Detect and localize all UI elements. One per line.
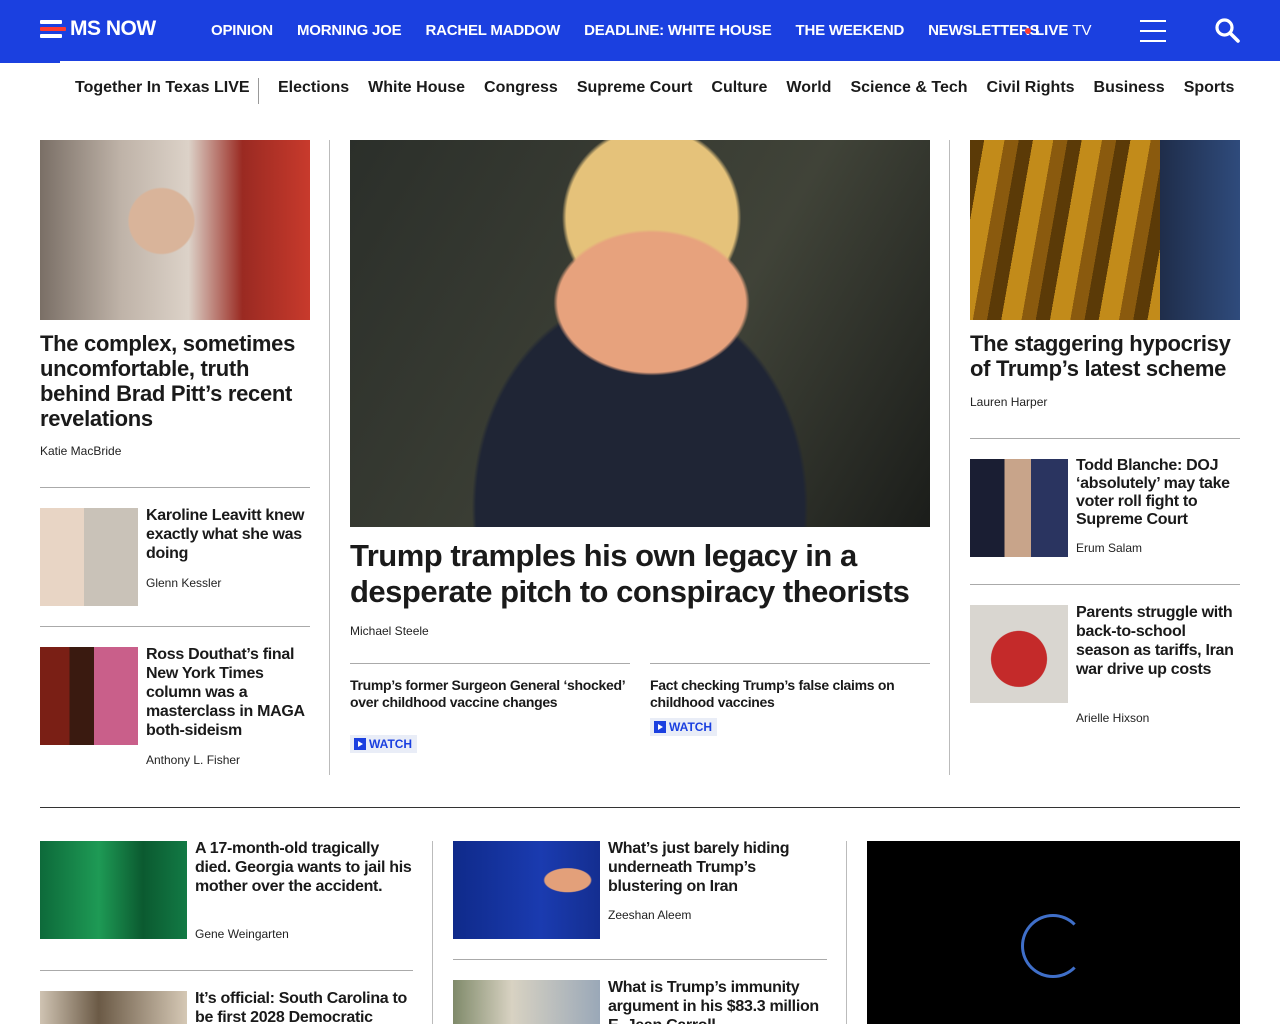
divider [40, 970, 413, 971]
main-story-image[interactable] [350, 140, 930, 527]
section-nav-culture[interactable]: Culture [711, 79, 767, 97]
nav-the-weekend[interactable]: THE WEEKEND [796, 22, 905, 39]
right-story-1-headline[interactable]: Todd Blanche: DOJ ‘absolutely’ may take … [1076, 457, 1240, 529]
right-story-2-headline[interactable]: Parents struggle with back-to-school sea… [1076, 603, 1240, 679]
menu-icon[interactable] [1140, 20, 1166, 42]
watch-badge[interactable]: WATCH [650, 718, 718, 736]
left-lead-byline[interactable]: Katie MacBride [40, 444, 121, 458]
divider [40, 487, 310, 488]
bottom-col2-story-1-headline[interactable]: What’s just barely hiding underneath Tru… [608, 839, 827, 896]
section-nav-world[interactable]: World [786, 79, 831, 97]
bottom-col1-story-1-headline[interactable]: A 17-month-old tragically died. Georgia … [195, 839, 413, 896]
main-nav: OPINION MORNING JOE RACHEL MADDOW DEADLI… [211, 0, 1040, 61]
left-lead-headline[interactable]: The complex, sometimes uncomfortable, tr… [40, 331, 310, 431]
related-story-1-headline[interactable]: Trump’s former Surgeon General ‘shocked’… [350, 677, 630, 711]
left-story-2-headline[interactable]: Ross Douthat’s final New York Times colu… [146, 645, 310, 740]
watch-label: WATCH [669, 720, 713, 734]
section-nav-divider [258, 78, 259, 104]
right-lead-headline[interactable]: The staggering hypocrisy of Trump’s late… [970, 331, 1240, 381]
site-logo[interactable]: MS NOW [40, 16, 156, 42]
bottom-col2-story-2-headline[interactable]: What is Trump’s immunity argument in his… [608, 978, 827, 1024]
nav-newsletters[interactable]: NEWSLETTERS [928, 22, 1039, 39]
main-headline[interactable]: Trump tramples his own legacy in a despe… [350, 538, 930, 610]
column-divider [846, 841, 847, 1024]
nav-opinion[interactable]: OPINION [211, 22, 273, 39]
search-icon[interactable] [1214, 17, 1240, 43]
logo-icon [40, 19, 66, 39]
nav-morning-joe[interactable]: MORNING JOE [297, 22, 402, 39]
divider [350, 663, 630, 664]
column-divider [329, 140, 330, 775]
watch-badge[interactable]: WATCH [350, 735, 418, 753]
story-thumb-iran[interactable] [453, 841, 600, 939]
story-image-curtain[interactable] [970, 140, 1240, 320]
divider [453, 959, 827, 960]
section-nav-civil-rights[interactable]: Civil Rights [987, 79, 1075, 97]
section-nav-science-tech[interactable]: Science & Tech [850, 79, 967, 97]
bottom-col1-story-1-byline[interactable]: Gene Weingarten [195, 927, 289, 941]
divider [970, 584, 1240, 585]
live-tv-link[interactable]: LIVE TV [1025, 22, 1092, 39]
bottom-col2-story-1-byline[interactable]: Zeeshan Aleem [608, 908, 691, 922]
right-story-1-byline[interactable]: Erum Salam [1076, 541, 1142, 555]
divider [650, 663, 930, 664]
live-dot-icon [1025, 27, 1031, 34]
related-story-2-headline[interactable]: Fact checking Trump’s false claims on ch… [650, 677, 930, 711]
divider [970, 438, 1240, 439]
right-lead-byline[interactable]: Lauren Harper [970, 395, 1047, 409]
main-byline[interactable]: Michael Steele [350, 624, 429, 638]
story-image-brad-pitt[interactable] [40, 140, 310, 320]
divider [40, 626, 310, 627]
play-icon [654, 721, 666, 733]
watch-label: WATCH [369, 737, 413, 751]
nav-rachel-maddow[interactable]: RACHEL MADDOW [425, 22, 560, 39]
section-nav-elections[interactable]: Elections [278, 79, 349, 97]
story-thumb-school-supplies[interactable] [970, 605, 1068, 703]
right-story-2-byline[interactable]: Arielle Hixson [1076, 711, 1149, 725]
section-nav-items: Elections White House Congress Supreme C… [278, 79, 1234, 97]
video-player[interactable] [867, 841, 1240, 1024]
loading-spinner-icon [1021, 914, 1085, 978]
story-thumb-douthat[interactable] [40, 647, 138, 745]
left-story-1-headline[interactable]: Karoline Leavitt knew exactly what she w… [146, 506, 310, 563]
tv-label: TV [1072, 22, 1092, 39]
play-icon [354, 738, 366, 750]
logo-text: MS NOW [70, 17, 156, 40]
section-divider [40, 807, 1240, 808]
section-nav-congress[interactable]: Congress [484, 79, 558, 97]
story-thumb-georgia[interactable] [40, 841, 187, 939]
story-thumb-immunity[interactable] [453, 980, 600, 1024]
bottom-col1-story-2-headline[interactable]: It’s official: South Carolina to be firs… [195, 989, 413, 1024]
section-nav: Together In Texas LIVE Elections White H… [0, 62, 1280, 118]
left-story-2-byline[interactable]: Anthony L. Fisher [146, 753, 240, 767]
section-nav-supreme-court[interactable]: Supreme Court [577, 79, 693, 97]
left-story-1-byline[interactable]: Glenn Kessler [146, 576, 221, 590]
story-thumb-blanche[interactable] [970, 459, 1068, 557]
column-divider [432, 841, 433, 1024]
section-nav-business[interactable]: Business [1094, 79, 1165, 97]
section-nav-white-house[interactable]: White House [368, 79, 465, 97]
live-label: LIVE [1035, 22, 1069, 39]
story-thumb-south-carolina[interactable] [40, 991, 187, 1024]
section-nav-together-in-texas-live[interactable]: Together In Texas LIVE [75, 79, 250, 97]
column-divider [949, 140, 950, 775]
top-navigation-bar: MS NOW OPINION MORNING JOE RACHEL MADDOW… [0, 0, 1280, 61]
story-thumb-leavitt[interactable] [40, 508, 138, 606]
section-nav-sports[interactable]: Sports [1184, 79, 1235, 97]
nav-deadline-white-house[interactable]: DEADLINE: WHITE HOUSE [584, 22, 772, 39]
